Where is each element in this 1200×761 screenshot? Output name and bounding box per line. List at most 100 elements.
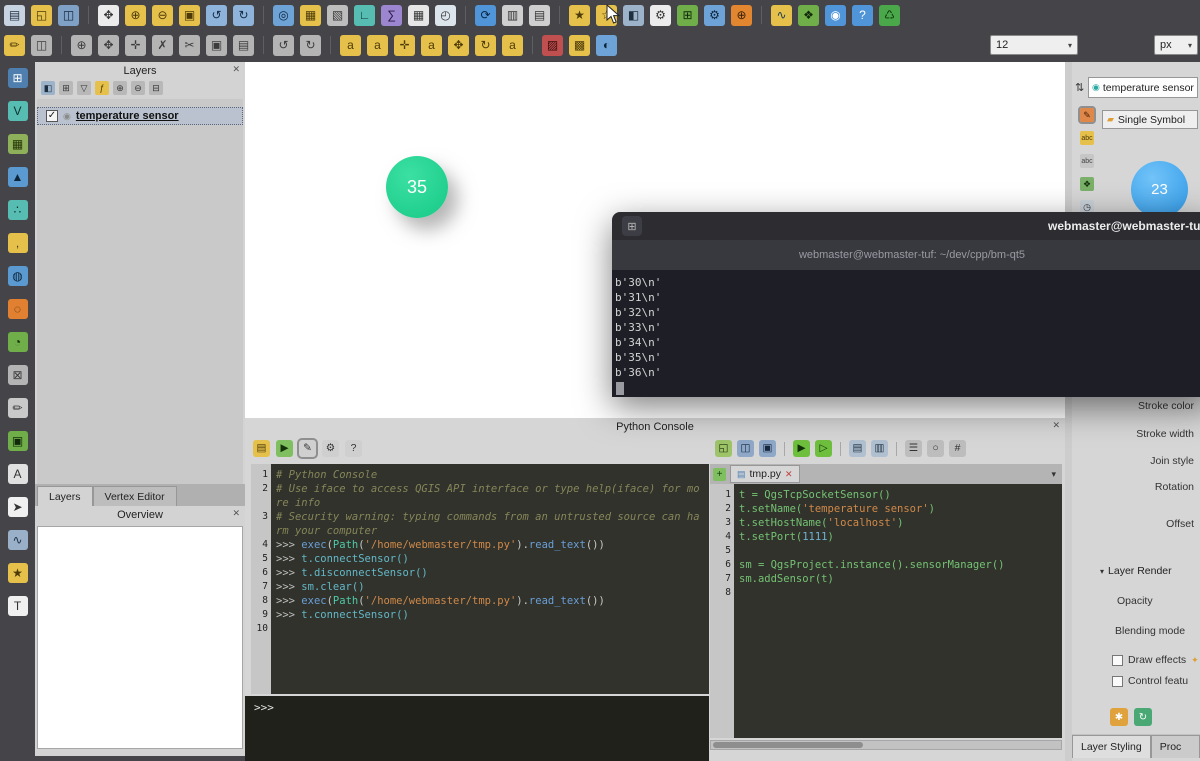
layout-manager-icon[interactable]: ▤ (529, 5, 550, 26)
show-editor-icon[interactable]: ✎ (299, 440, 316, 457)
temporal-controller-icon[interactable]: ◴ (435, 5, 456, 26)
undo-icon[interactable]: ↺ (273, 35, 294, 56)
add-vector-layer-icon[interactable]: V (8, 101, 28, 121)
zoom-out-icon[interactable]: ⊖ (152, 5, 173, 26)
new-geopackage-icon[interactable]: ▣ (8, 431, 28, 451)
editor-tab-tmp-py[interactable]: ▤ tmp.py ✕ (730, 465, 800, 483)
unit-combo[interactable]: px ▾ (1154, 35, 1198, 55)
statistics-icon[interactable]: ∑ (381, 5, 402, 26)
masks-icon[interactable]: abc (1080, 154, 1094, 168)
layer-select-combo[interactable]: ◉ temperature sensor ▾ (1088, 77, 1198, 98)
print-layout-icon[interactable]: ▥ (502, 5, 523, 26)
delete-selected-icon[interactable]: ✗ (152, 35, 173, 56)
project-new-icon[interactable]: ▤ (4, 5, 25, 26)
add-spatialite-layer-icon[interactable]: ◌ (8, 299, 28, 319)
python-console-icon[interactable]: ∿ (771, 5, 792, 26)
tab-list-icon[interactable]: ▾ (1051, 469, 1056, 480)
filter-legend-icon[interactable]: ▽ (77, 81, 91, 95)
zoom-full-icon[interactable]: ▣ (179, 5, 200, 26)
add-group-icon[interactable]: ⊞ (59, 81, 73, 95)
close-tab-icon[interactable]: ✕ (785, 469, 793, 480)
clear-console-icon[interactable]: ▤ (253, 440, 270, 457)
processing-toolbox-icon[interactable]: ⚙ (704, 5, 725, 26)
collapse-all-icon[interactable]: ⊖ (131, 81, 145, 95)
polyline-annotation-icon[interactable]: ∿ (8, 530, 28, 550)
remove-layer-icon[interactable]: ⊟ (149, 81, 163, 95)
layer-visibility-checkbox[interactable]: ✓ (46, 110, 58, 122)
open-styling-dock-icon[interactable]: ◧ (41, 81, 55, 95)
find-text-icon[interactable]: ○ (927, 440, 944, 457)
recycle-icon[interactable]: ♺ (879, 5, 900, 26)
sensor-marker[interactable]: 35 (386, 156, 448, 218)
close-icon[interactable]: ✕ (232, 64, 240, 75)
terminal-window[interactable]: ⊞ webmaster@webmaster-tuf webmaster@webm… (612, 212, 1200, 397)
project-save-icon[interactable]: ◫ (58, 5, 79, 26)
symbol-preview-circle[interactable]: 23 (1131, 161, 1188, 218)
move-label-icon[interactable]: ✥ (448, 35, 469, 56)
open-script-icon[interactable]: ◱ (715, 440, 732, 457)
annotation-text-icon[interactable]: A (8, 464, 28, 484)
console-input[interactable]: >>> (245, 696, 709, 761)
metasearch-icon[interactable]: ◐ (596, 35, 617, 56)
run-selected-icon[interactable]: ▷ (815, 440, 832, 457)
scrollbar-thumb[interactable] (713, 742, 863, 748)
run-command-icon[interactable]: ▶ (276, 440, 293, 457)
refresh-map-icon[interactable]: ⟳ (475, 5, 496, 26)
panel-splitter[interactable] (1065, 62, 1072, 761)
save-script-icon[interactable]: ◫ (737, 440, 754, 457)
copy-features-icon[interactable]: ▣ (206, 35, 227, 56)
toggle-editing-icon[interactable]: ✏ (4, 35, 25, 56)
editor-horizontal-scrollbar[interactable] (710, 740, 1062, 750)
add-raster-layer-icon[interactable]: ▦ (8, 134, 28, 154)
text-annotation-icon[interactable]: T (8, 596, 28, 616)
select-tool-icon[interactable]: ➤ (8, 497, 28, 517)
star-annotation-icon[interactable]: ★ (8, 563, 28, 583)
annotations-icon[interactable]: ▩ (569, 35, 590, 56)
grass-tools-icon[interactable]: ❖ (798, 5, 819, 26)
terminal-body[interactable]: b'30\n'b'31\n'b'32\n'b'33\n'b'34\n'b'35\… (612, 270, 1200, 397)
symbology-icon[interactable]: ✎ (1080, 108, 1094, 122)
uncomment-code-icon[interactable]: ▥ (871, 440, 888, 457)
data-source-manager-icon[interactable]: ⊞ (677, 5, 698, 26)
terminal-titlebar[interactable]: ⊞ webmaster@webmaster-tuf (612, 212, 1200, 240)
style-refresh-button[interactable]: ↻ (1134, 708, 1152, 726)
style-wrench-button[interactable]: ✱ (1110, 708, 1128, 726)
cut-features-icon[interactable]: ✂ (179, 35, 200, 56)
new-terminal-tab-icon[interactable]: ⊞ (622, 216, 642, 236)
redo-icon[interactable]: ↻ (300, 35, 321, 56)
diagrams-icon[interactable]: ❖ (1080, 177, 1094, 191)
tab-layer-styling[interactable]: Layer Styling (1072, 735, 1151, 758)
data-source-manager-icon[interactable]: ⊞ (8, 68, 28, 88)
options-icon[interactable]: ⚙ (322, 440, 339, 457)
expand-all-icon[interactable]: ⊕ (113, 81, 127, 95)
close-icon[interactable]: ✕ (232, 508, 240, 519)
highlight-labels-icon[interactable]: a (421, 35, 442, 56)
bookmark-icon[interactable]: ★ (569, 5, 590, 26)
help-icon[interactable]: ? (852, 5, 873, 26)
pin-labels-icon[interactable]: ✛ (394, 35, 415, 56)
close-icon[interactable]: ✕ (1052, 420, 1060, 431)
rotate-label-icon[interactable]: ↻ (475, 35, 496, 56)
control-feature-checkbox[interactable] (1112, 676, 1123, 687)
font-size-combo[interactable]: 12 ▾ (990, 35, 1078, 55)
filter-expression-icon[interactable]: ƒ (95, 81, 109, 95)
change-label-icon[interactable]: a (502, 35, 523, 56)
move-feature-icon[interactable]: ✥ (98, 35, 119, 56)
help-icon[interactable]: ? (345, 440, 362, 457)
decorations-icon[interactable]: ▨ (542, 35, 563, 56)
effects-icon[interactable]: ✦ (1191, 655, 1199, 666)
new-shapefile-icon[interactable]: ✏ (8, 398, 28, 418)
add-xyz-layer-icon[interactable]: ⊠ (8, 365, 28, 385)
zoom-next-icon[interactable]: ↻ (233, 5, 254, 26)
add-point-cloud-icon[interactable]: ∴ (8, 200, 28, 220)
console-output[interactable]: 1# Python Console2# Use iface to access … (251, 464, 709, 694)
layer-rendering-header[interactable]: ▾ Layer Render (1100, 565, 1172, 577)
layer-item[interactable]: ✓ ◉ temperature sensor (37, 107, 243, 125)
tab-layers[interactable]: Layers (37, 486, 93, 506)
project-open-icon[interactable]: ◱ (31, 5, 52, 26)
plugin-manager-icon[interactable]: ⊕ (731, 5, 752, 26)
object-inspector-icon[interactable]: ☰ (905, 440, 922, 457)
editor-code[interactable]: 1t = QgsTcpSocketSensor()2t.setName('tem… (710, 484, 1062, 738)
run-script-icon[interactable]: ▶ (793, 440, 810, 457)
settings-gear-icon[interactable]: ⚙ (650, 5, 671, 26)
